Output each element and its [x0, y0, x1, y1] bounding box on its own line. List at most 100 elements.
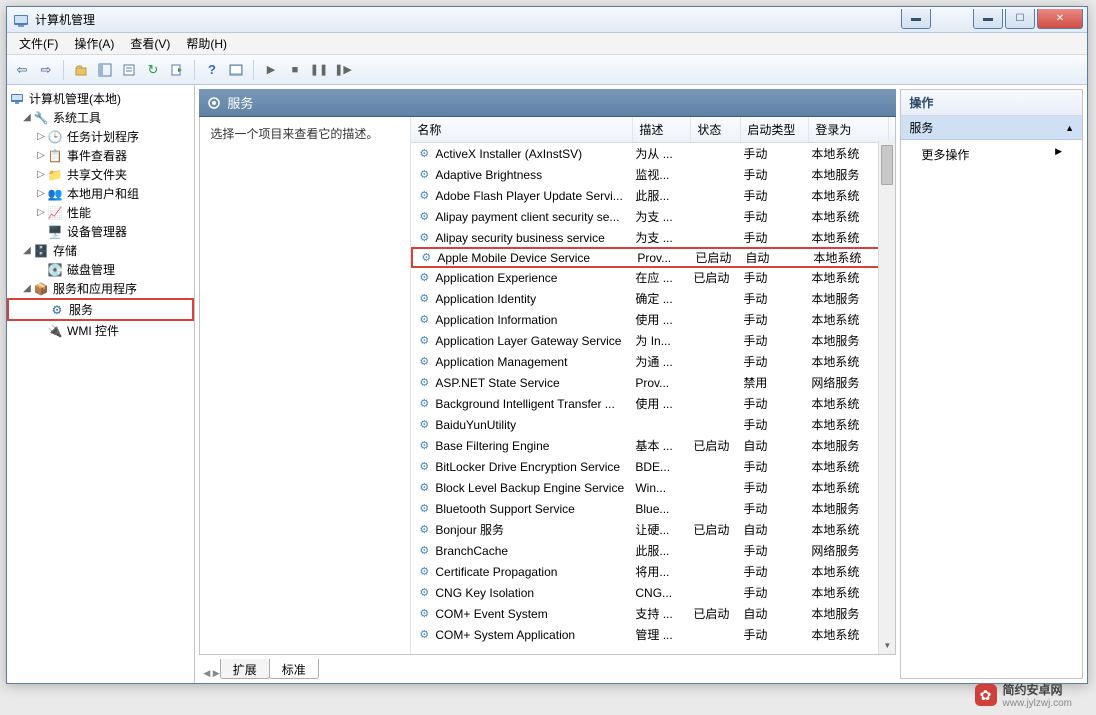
- maximize-button[interactable]: ☐: [1005, 9, 1035, 29]
- service-row[interactable]: ⚙Alipay security business service为支 ...手…: [411, 227, 895, 248]
- tree-services[interactable]: ⚙ 服务: [7, 298, 194, 321]
- tab-extended[interactable]: 扩展: [220, 659, 270, 679]
- tree-wmi[interactable]: 🔌 WMI 控件: [7, 321, 194, 340]
- services-apps-icon: 📦: [33, 281, 49, 297]
- service-row[interactable]: ⚙BaiduYunUtility手动本地系统: [411, 414, 895, 435]
- service-start: 禁用: [743, 374, 811, 391]
- service-row[interactable]: ⚙Certificate Propagation将用...手动本地系统: [411, 561, 895, 582]
- tree-pane[interactable]: 计算机管理(本地) ◢ 🔧 系统工具 ▷ 🕒 任务计划程序 ▷ 📋 事件查看器 …: [7, 85, 195, 683]
- service-start: 手动: [743, 563, 811, 580]
- expand-icon[interactable]: ▷: [35, 207, 47, 218]
- scroll-down-icon[interactable]: ▼: [879, 637, 895, 654]
- tree-services-apps[interactable]: ◢ 📦 服务和应用程序: [7, 279, 194, 298]
- menu-help[interactable]: 帮助(H): [178, 33, 235, 54]
- service-desc: Prov...: [637, 251, 695, 265]
- export-button[interactable]: [166, 59, 188, 81]
- properties-button[interactable]: [118, 59, 140, 81]
- tree-shared-folders[interactable]: ▷ 📁 共享文件夹: [7, 165, 194, 184]
- service-desc: 管理 ...: [635, 626, 693, 643]
- service-row[interactable]: ⚙ActiveX Installer (AxInstSV)为从 ...手动本地系…: [411, 143, 895, 164]
- refresh-button[interactable]: ↻: [142, 59, 164, 81]
- col-logon-header[interactable]: 登录为: [809, 117, 889, 142]
- tree-device-manager[interactable]: 🖥️ 设备管理器: [7, 222, 194, 241]
- nav-forward-button[interactable]: ⇨: [35, 59, 57, 81]
- menu-file[interactable]: 文件(F): [11, 33, 66, 54]
- console-button[interactable]: [225, 59, 247, 81]
- col-status-header[interactable]: 状态: [691, 117, 741, 142]
- actions-more[interactable]: 更多操作 ▶: [901, 140, 1082, 169]
- gear-icon: ⚙: [417, 523, 431, 537]
- service-row[interactable]: ⚙Application Management为通 ...手动本地系统: [411, 351, 895, 372]
- service-row[interactable]: ⚙Application Identity确定 ...手动本地服务: [411, 288, 895, 309]
- pause-button[interactable]: ❚❚: [308, 59, 330, 81]
- service-row[interactable]: ⚙BitLocker Drive Encryption ServiceBDE..…: [411, 456, 895, 477]
- service-row[interactable]: ⚙Background Intelligent Transfer ...使用 .…: [411, 393, 895, 414]
- collapse-icon[interactable]: ◢: [21, 112, 33, 123]
- gear-icon: ⚙: [49, 302, 65, 318]
- help-button[interactable]: ?: [201, 59, 223, 81]
- service-desc: CNG...: [635, 586, 693, 600]
- tree-disk-mgmt[interactable]: 💽 磁盘管理: [7, 260, 194, 279]
- tree-event-viewer[interactable]: ▷ 📋 事件查看器: [7, 146, 194, 165]
- window-extra-button[interactable]: ▬: [901, 9, 931, 29]
- actions-group-label: 服务: [909, 119, 933, 136]
- expand-icon[interactable]: ▷: [35, 188, 47, 199]
- chevron-right-icon: ▶: [1055, 146, 1062, 163]
- show-hide-tree-button[interactable]: [94, 59, 116, 81]
- col-desc-header[interactable]: 描述: [633, 117, 691, 142]
- up-button[interactable]: [70, 59, 92, 81]
- service-row[interactable]: ⚙Block Level Backup Engine ServiceWin...…: [411, 477, 895, 498]
- service-row[interactable]: ⚙Bluetooth Support ServiceBlue...手动本地服务: [411, 498, 895, 519]
- close-button[interactable]: ✕: [1037, 9, 1083, 29]
- service-row[interactable]: ⚙ASP.NET State ServiceProv...禁用网络服务: [411, 372, 895, 393]
- tree-task-scheduler[interactable]: ▷ 🕒 任务计划程序: [7, 127, 194, 146]
- tree-local-users[interactable]: ▷ 👥 本地用户和组: [7, 184, 194, 203]
- collapse-icon[interactable]: ◢: [21, 283, 33, 294]
- gear-icon: ⚙: [417, 502, 431, 516]
- menu-view[interactable]: 查看(V): [122, 33, 178, 54]
- tab-scroll-icons[interactable]: ◀ ▶: [203, 668, 219, 679]
- col-name-header[interactable]: 名称: [411, 117, 633, 142]
- expand-icon[interactable]: ▷: [35, 169, 47, 180]
- gear-icon: ⚙: [417, 189, 431, 203]
- service-row[interactable]: ⚙Adaptive Brightness监视...手动本地服务: [411, 164, 895, 185]
- disk-icon: 💽: [47, 262, 63, 278]
- collapse-icon[interactable]: ◢: [21, 245, 33, 256]
- scroll-thumb[interactable]: [881, 145, 893, 185]
- service-row[interactable]: ⚙COM+ System Application管理 ...手动本地系统: [411, 624, 895, 645]
- service-row[interactable]: ⚙Adobe Flash Player Update Servi...此服...…: [411, 185, 895, 206]
- service-row[interactable]: ⚙COM+ Event System支持 ...已启动自动本地服务: [411, 603, 895, 624]
- minimize-button[interactable]: ▬: [973, 9, 1003, 29]
- service-row[interactable]: ⚙CNG Key IsolationCNG...手动本地系统: [411, 582, 895, 603]
- clock-icon: 🕒: [47, 129, 63, 145]
- service-row[interactable]: ⚙Application Experience在应 ...已启动手动本地系统: [411, 267, 895, 288]
- vertical-scrollbar[interactable]: ▲ ▼: [878, 141, 895, 654]
- tree-root[interactable]: 计算机管理(本地): [7, 89, 194, 108]
- service-row[interactable]: ⚙Application Layer Gateway Service为 In..…: [411, 330, 895, 351]
- tree-system-tools[interactable]: ◢ 🔧 系统工具: [7, 108, 194, 127]
- service-start: 手动: [743, 332, 811, 349]
- service-row[interactable]: ⚙Base Filtering Engine基本 ...已启动自动本地服务: [411, 435, 895, 456]
- service-name: BranchCache: [435, 544, 635, 558]
- service-name: BaiduYunUtility: [435, 418, 635, 432]
- service-row[interactable]: ⚙Alipay payment client security se...为支 …: [411, 206, 895, 227]
- tree-performance[interactable]: ▷ 📈 性能: [7, 203, 194, 222]
- tab-standard[interactable]: 标准: [269, 659, 319, 679]
- tree-storage[interactable]: ◢ 🗄️ 存储: [7, 241, 194, 260]
- stop-button[interactable]: ■: [284, 59, 306, 81]
- service-row[interactable]: ⚙Apple Mobile Device ServiceProv...已启动自动…: [411, 247, 895, 268]
- app-window: 计算机管理 ▬ ▬ ☐ ✕ 文件(F) 操作(A) 查看(V) 帮助(H) ⇦ …: [6, 6, 1088, 684]
- col-start-header[interactable]: 启动类型: [741, 117, 809, 142]
- gear-icon: ⚙: [417, 231, 431, 245]
- service-row[interactable]: ⚙BranchCache此服...手动网络服务: [411, 540, 895, 561]
- actions-group[interactable]: 服务 ▲: [901, 116, 1082, 140]
- restart-button[interactable]: ❚▶: [332, 59, 354, 81]
- expand-icon[interactable]: ▷: [35, 150, 47, 161]
- service-row[interactable]: ⚙Bonjour 服务让硬...已启动自动本地系统: [411, 519, 895, 540]
- nav-back-button[interactable]: ⇦: [11, 59, 33, 81]
- service-row[interactable]: ⚙Application Information使用 ...手动本地系统: [411, 309, 895, 330]
- play-button[interactable]: ▶: [260, 59, 282, 81]
- service-rows[interactable]: ⚙ActiveX Installer (AxInstSV)为从 ...手动本地系…: [411, 143, 895, 654]
- expand-icon[interactable]: ▷: [35, 131, 47, 142]
- menu-action[interactable]: 操作(A): [66, 33, 122, 54]
